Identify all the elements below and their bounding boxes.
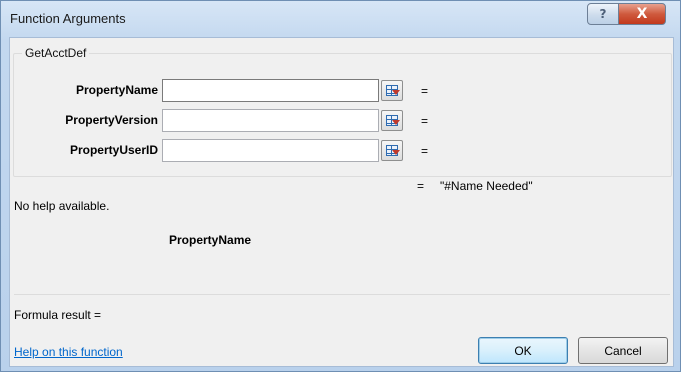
current-parameter-name: PropertyName	[169, 233, 252, 247]
argument-row-propertyversion: PropertyVersion =	[14, 109, 671, 133]
function-name: GetAcctDef	[22, 46, 90, 60]
close-icon: X	[636, 6, 648, 22]
argument-label: PropertyName	[75, 83, 158, 97]
title-bar: Function Arguments ? X	[1, 1, 680, 37]
question-mark-icon: ?	[599, 7, 607, 21]
function-description: No help available.	[14, 199, 110, 213]
argument-label: PropertyVersion	[65, 113, 158, 127]
function-result-value: "#Name Needed"	[440, 179, 533, 193]
ok-button[interactable]: OK	[478, 337, 568, 364]
function-arguments-dialog: Function Arguments ? X GetAcctDef Proper…	[0, 0, 681, 372]
collapse-dialog-button[interactable]	[381, 80, 403, 101]
propertyuserid-input[interactable]	[162, 139, 379, 162]
collapse-dialog-button[interactable]	[381, 110, 403, 131]
argument-row-propertyuserid: PropertyUserID =	[14, 139, 671, 163]
dialog-body: GetAcctDef PropertyName = PropertyVersio…	[9, 37, 674, 367]
collapse-dialog-button[interactable]	[381, 140, 403, 161]
help-on-function-link[interactable]: Help on this function	[14, 345, 123, 359]
function-group-box: GetAcctDef PropertyName = PropertyVersio…	[13, 46, 672, 177]
dialog-title: Function Arguments	[10, 11, 126, 26]
help-button[interactable]: ?	[587, 3, 619, 25]
argument-result: =	[421, 114, 429, 128]
formula-result: Formula result =	[14, 308, 102, 322]
argument-label: PropertyUserID	[69, 143, 158, 157]
function-result-equals: =	[417, 179, 425, 193]
divider	[14, 294, 670, 295]
argument-row-propertyname: PropertyName =	[14, 79, 671, 103]
argument-result: =	[421, 84, 429, 98]
propertyversion-input[interactable]	[162, 109, 379, 132]
argument-result: =	[421, 144, 429, 158]
close-button[interactable]: X	[618, 3, 666, 25]
propertyname-input[interactable]	[162, 79, 379, 102]
cancel-button[interactable]: Cancel	[578, 337, 668, 364]
